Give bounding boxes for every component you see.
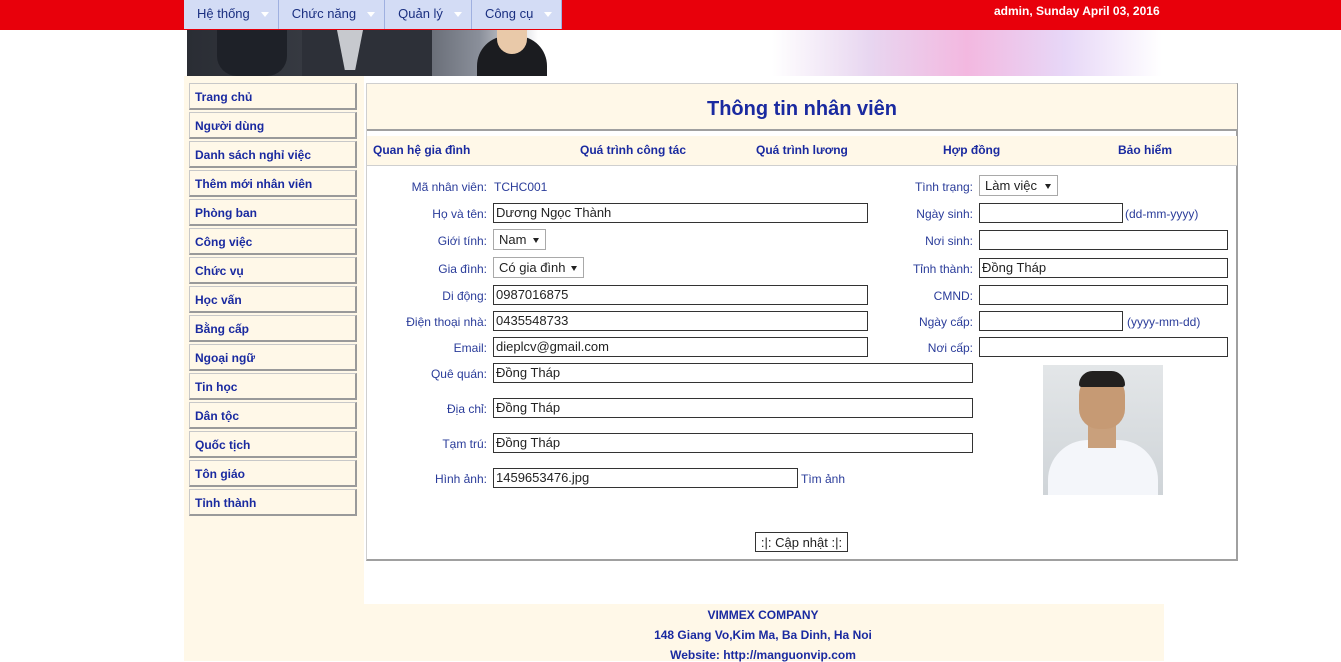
issue-date-field[interactable] (979, 311, 1123, 331)
email-field[interactable]: dieplcv@gmail.com (493, 337, 868, 357)
email-label: Email: (453, 341, 487, 355)
employee-photo (1043, 365, 1163, 495)
chevron-down-icon (260, 12, 269, 17)
address-label: Địa chỉ: (446, 402, 487, 416)
status-value: Làm việc (985, 178, 1038, 193)
menu-chuc-nang[interactable]: Chức năng (278, 0, 386, 29)
mobile-label: Di động: (442, 289, 487, 303)
tab-qua-trinh-luong[interactable]: Quá trình lương (756, 143, 848, 157)
sidebar-item-dan-toc[interactable]: Dân tộc (189, 402, 357, 429)
main-menu: Hệ thống Chức năng Quản lý Công cụ (184, 0, 563, 29)
chevron-down-icon (544, 12, 553, 17)
employee-id-label: Mã nhân viên: (411, 180, 487, 194)
sidebar-item-them-moi-nhan-vien[interactable]: Thêm mới nhân viên (189, 170, 357, 197)
status-label: Tình trạng: (914, 180, 973, 194)
tab-bar: Quan hệ gia đình Quá trình công tác Quá … (367, 136, 1237, 166)
temp-address-field[interactable]: Đồng Tháp (493, 433, 973, 453)
sidebar-item-danh-sach-nghi-viec[interactable]: Danh sách nghỉ việc (189, 141, 357, 168)
home-phone-field[interactable]: 0435548733 (493, 311, 868, 331)
footer-website[interactable]: Website: http://manguonvip.com (362, 648, 1164, 662)
province-field[interactable]: Đồng Tháp (979, 258, 1228, 278)
menu-label: Công cụ (484, 6, 534, 21)
mobile-field[interactable]: 0987016875 (493, 285, 868, 305)
chevron-down-icon (453, 12, 462, 17)
sidebar-item-ngoai-ngu[interactable]: Ngoại ngữ (189, 344, 357, 371)
tab-bao-hiem[interactable]: Bảo hiểm (1118, 143, 1172, 157)
gender-label: Giới tính: (437, 234, 487, 248)
sidebar-item-bang-cap[interactable]: Bằng cấp (189, 315, 357, 342)
issue-place-field[interactable] (979, 337, 1228, 357)
photo-hair (1079, 371, 1125, 387)
birth-date-hint: (dd-mm-yyyy) (1125, 207, 1199, 221)
menu-he-thong[interactable]: Hệ thống (184, 0, 279, 29)
status-select[interactable]: Làm việc (979, 175, 1058, 196)
tab-hop-dong[interactable]: Hợp đồng (943, 143, 1000, 157)
sidebar-item-nguoi-dung[interactable]: Người dùng (189, 112, 357, 139)
tab-qua-trinh-cong-tac[interactable]: Quá trình công tác (580, 143, 686, 157)
image-file-field[interactable]: 1459653476.jpg (493, 468, 798, 488)
id-card-label: CMND: (933, 289, 973, 303)
birth-place-field[interactable] (979, 230, 1228, 250)
birth-date-field[interactable] (979, 203, 1123, 223)
tab-quan-he-gia-dinh[interactable]: Quan hệ gia đình (373, 143, 470, 157)
sidebar-item-trang-chu[interactable]: Trang chủ (189, 83, 357, 110)
image-label: Hình ảnh: (434, 472, 487, 486)
birth-date-label: Ngày sinh: (916, 207, 973, 221)
family-label: Gia đình: (438, 262, 487, 276)
find-image-link[interactable]: Tìm ảnh (801, 472, 845, 486)
menu-quan-ly[interactable]: Quản lý (385, 0, 472, 29)
sidebar-item-hoc-van[interactable]: Học vấn (189, 286, 357, 313)
menu-label: Quản lý (398, 6, 443, 21)
address-field[interactable]: Đồng Tháp (493, 398, 973, 418)
banner-figure (217, 30, 287, 76)
page-title: Thông tin nhân viên (707, 98, 897, 120)
sidebar-item-cong-viec[interactable]: Công việc (189, 228, 357, 255)
sidebar: Trang chủ Người dùng Danh sách nghỉ việc… (189, 83, 357, 518)
chevron-down-icon (367, 12, 376, 17)
gender-value: Nam (499, 232, 527, 247)
full-name-field[interactable]: Dương Ngọc Thành (493, 203, 868, 223)
employee-id-value: TCHC001 (494, 180, 548, 194)
sidebar-item-tin-hoc[interactable]: Tin học (189, 373, 357, 400)
province-label: Tỉnh thành: (912, 262, 973, 276)
header-banner (187, 30, 1162, 76)
issue-place-label: Nơi cấp: (927, 341, 973, 355)
footer-company: VIMMEX COMPANY (707, 608, 819, 622)
hometown-field[interactable]: Đồng Tháp (493, 363, 973, 383)
hometown-label: Quê quán: (430, 367, 487, 381)
sidebar-item-chuc-vu[interactable]: Chức vụ (189, 257, 357, 284)
menu-label: Hệ thống (197, 6, 250, 21)
dropdown-arrow-icon (533, 238, 539, 243)
banner-figure (302, 30, 432, 76)
issue-date-label: Ngày cấp: (918, 315, 973, 329)
dropdown-arrow-icon (571, 266, 577, 271)
sidebar-item-tinh-thanh[interactable]: Tỉnh thành (189, 489, 357, 516)
family-value: Có gia đình (499, 260, 566, 275)
menu-cong-cu[interactable]: Công cụ (471, 0, 563, 29)
home-phone-label: Điện thoại nhà: (406, 315, 487, 329)
footer-address: 148 Giang Vo,Kim Ma, Ba Dinh, Ha Noi (654, 628, 872, 642)
dropdown-arrow-icon (1045, 184, 1051, 189)
sidebar-item-quoc-tich[interactable]: Quốc tịch (189, 431, 357, 458)
user-info: admin, Sunday April 03, 2016 (994, 4, 1160, 18)
photo-shirt (1048, 440, 1158, 495)
full-name-label: Họ và tên: (432, 207, 487, 221)
sidebar-item-ton-giao[interactable]: Tôn giáo (189, 460, 357, 487)
temp-address-label: Tạm trú: (442, 437, 487, 451)
update-button[interactable]: :|: Cập nhật :|: (755, 532, 848, 552)
issue-date-hint: (yyyy-mm-dd) (1127, 315, 1201, 329)
sidebar-item-phong-ban[interactable]: Phòng ban (189, 199, 357, 226)
gender-select[interactable]: Nam (493, 229, 546, 250)
id-card-field[interactable] (979, 285, 1228, 305)
family-select[interactable]: Có gia đình (493, 257, 584, 278)
footer: VIMMEX COMPANY 148 Giang Vo,Kim Ma, Ba D… (362, 604, 1164, 662)
panel-header: Thông tin nhân viên (367, 84, 1237, 131)
menu-label: Chức năng (291, 6, 357, 21)
birth-place-label: Nơi sinh: (925, 234, 973, 248)
